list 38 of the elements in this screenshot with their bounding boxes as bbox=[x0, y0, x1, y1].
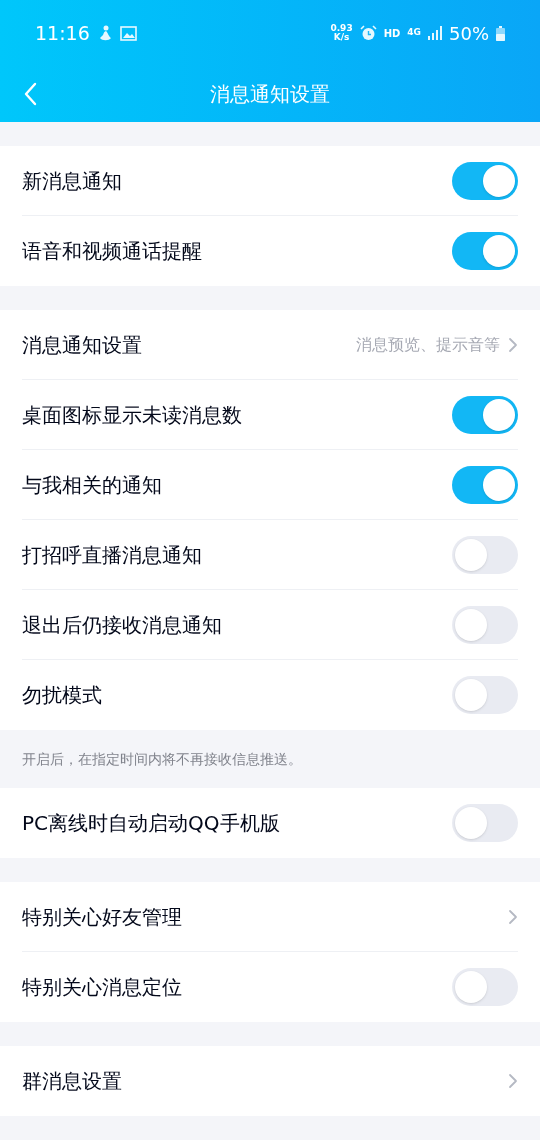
row-label: 勿扰模式 bbox=[22, 682, 102, 709]
image-icon bbox=[119, 25, 137, 41]
row-label: 新消息通知 bbox=[22, 167, 122, 195]
hint-text: 开启后，在指定时间内将不再接收信息推送。 bbox=[22, 749, 302, 769]
row-label: PC离线时自动启动QQ手机版 bbox=[22, 810, 280, 837]
row-label: 与我相关的通知 bbox=[22, 471, 162, 499]
row-label: 打招呼直播消息通知 bbox=[22, 541, 202, 569]
toggle-switch[interactable] bbox=[452, 605, 518, 644]
toggle-switch[interactable] bbox=[452, 676, 518, 714]
alarm-clock-icon bbox=[359, 24, 377, 42]
back-icon bbox=[24, 82, 38, 106]
hd-label: HD bbox=[383, 26, 401, 41]
row-label: 特别关心消息定位 bbox=[22, 974, 182, 1001]
row-label: 退出后仍接收消息通知 bbox=[22, 611, 222, 639]
speed-unit: K/s bbox=[333, 33, 350, 42]
toggle-switch[interactable] bbox=[452, 395, 518, 434]
chevron-right-icon bbox=[508, 336, 518, 353]
chevron-right-icon bbox=[508, 908, 518, 925]
row-label[interactable]: 特别关心好友管理 bbox=[22, 901, 182, 932]
battery-icon bbox=[496, 25, 505, 41]
page-title: 消息通知设置 bbox=[210, 81, 330, 108]
row-label: 语音和视频通话提醒 bbox=[22, 238, 202, 265]
toggle-switch[interactable] bbox=[452, 968, 518, 1006]
row-label[interactable]: 群消息设置 bbox=[22, 1066, 122, 1096]
toggle-switch[interactable] bbox=[452, 535, 518, 574]
row-label[interactable]: 消息通知设置 bbox=[22, 329, 142, 360]
battery-percent: 50% bbox=[449, 21, 489, 46]
speed-value: 0.93 bbox=[330, 24, 353, 33]
row-label: 桌面图标显示未读消息数 bbox=[22, 401, 242, 429]
network-label: 4G bbox=[407, 26, 421, 40]
toggle-switch[interactable] bbox=[452, 232, 518, 270]
chevron-right-icon bbox=[508, 1073, 518, 1089]
toggle-switch[interactable] bbox=[452, 161, 518, 200]
toggle-switch[interactable] bbox=[452, 804, 518, 842]
row-value: 消息预览、提示音等 bbox=[356, 333, 500, 356]
signal-icon bbox=[428, 26, 442, 40]
clock-time: 11:16 bbox=[35, 20, 90, 46]
toggle-switch[interactable] bbox=[452, 465, 518, 504]
